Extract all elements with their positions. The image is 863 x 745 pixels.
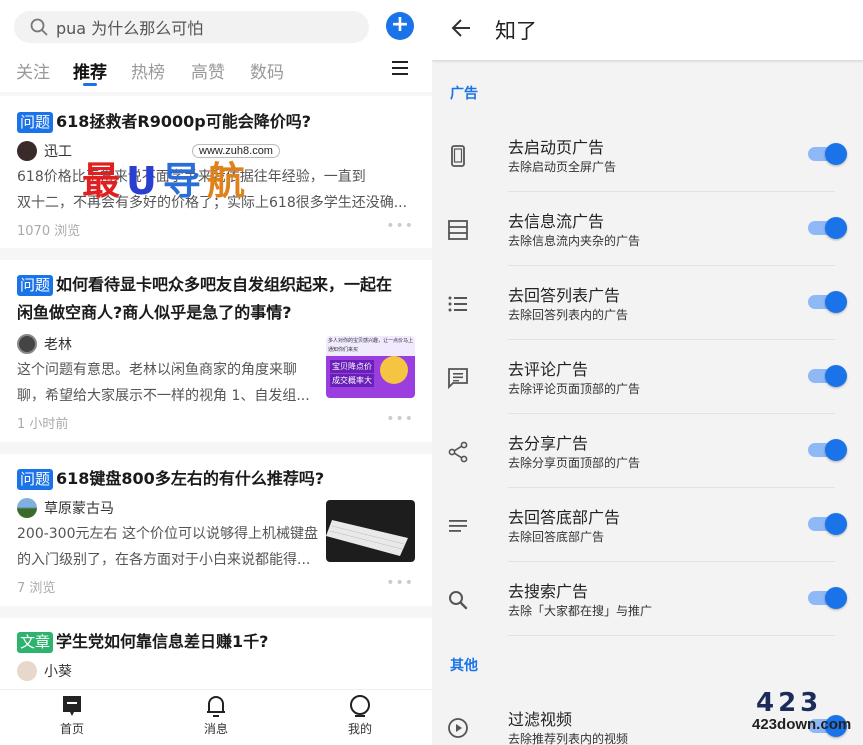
avatar bbox=[17, 661, 37, 681]
comment-icon bbox=[446, 366, 470, 390]
setting-row-search-ad[interactable]: 去搜索广告 去除「大家都在搜」与推广 bbox=[432, 562, 863, 636]
search-input[interactable]: pua 为什么那么可怕 bbox=[56, 15, 203, 39]
active-tab-indicator bbox=[83, 83, 97, 86]
nav-home[interactable]: 首页 bbox=[42, 694, 102, 737]
list-icon bbox=[446, 292, 470, 316]
card-author[interactable]: 草原蒙古马 bbox=[17, 498, 114, 518]
lines-icon bbox=[446, 514, 470, 538]
feed-card[interactable]: 问题 如何看待显卡吧众多吧友自发组织起来，一起在 闲鱼做空商人?商人似乎是急了的事… bbox=[0, 260, 432, 442]
home-icon bbox=[63, 696, 81, 716]
setting-row-answer-bottom-ad[interactable]: 去回答底部广告 去除回答底部广告 bbox=[432, 488, 863, 562]
section-header-other: 其他 bbox=[450, 658, 478, 674]
toggle-switch[interactable] bbox=[808, 143, 847, 165]
card-author[interactable]: 老林 bbox=[17, 334, 72, 354]
feed-card[interactable]: 文章 学生党如何靠信息差日赚1千? 小葵 bbox=[0, 618, 432, 690]
setting-row-comment-ad[interactable]: 去评论广告 去除评论页面顶部的广告 bbox=[432, 340, 863, 414]
more-icon[interactable]: ••• bbox=[386, 575, 414, 591]
question-badge: 问题 bbox=[17, 469, 54, 490]
toggle-switch[interactable] bbox=[808, 291, 847, 313]
share-icon bbox=[446, 440, 470, 464]
question-badge: 问题 bbox=[17, 275, 54, 296]
toggle-switch[interactable] bbox=[808, 513, 847, 535]
tab-recommend[interactable]: 推荐 bbox=[73, 58, 107, 83]
app-bar: 知了 bbox=[432, 0, 863, 60]
more-icon[interactable]: ••• bbox=[386, 218, 414, 234]
feed-tabs: 关注 推荐 热榜 高赞 数码 bbox=[0, 52, 432, 88]
card-title[interactable]: 文章 学生党如何靠信息差日赚1千? bbox=[17, 628, 417, 656]
tab-top-voted[interactable]: 高赞 bbox=[191, 58, 225, 83]
card-thumbnail[interactable]: 多人对你的宝贝感兴趣，让一点价马上 通知你们来买 宝贝降点价 成交概率大 bbox=[326, 336, 415, 398]
avatar bbox=[17, 498, 37, 518]
nav-messages[interactable]: 消息 bbox=[186, 694, 246, 737]
settings-pane: 知了 广告 去启动页广告 去除启动页全屏广告 去信息流广告 去除信息流内夹杂的广… bbox=[432, 0, 863, 745]
tab-hot[interactable]: 热榜 bbox=[131, 58, 165, 83]
section-header-ads: 广告 bbox=[450, 86, 478, 102]
toggle-switch[interactable] bbox=[808, 365, 847, 387]
toggle-switch[interactable] bbox=[808, 439, 847, 461]
tab-digital[interactable]: 数码 bbox=[250, 58, 284, 83]
card-author[interactable]: 迅工 bbox=[17, 141, 72, 161]
site-logo: 423 423down.com bbox=[752, 688, 852, 733]
search-icon bbox=[22, 11, 56, 43]
feed-card[interactable]: 问题 618拯救者R9000p可能会降价吗? 迅工 618价格比平常来说不面学手来… bbox=[0, 96, 432, 248]
card-author[interactable]: 小葵 bbox=[17, 661, 72, 681]
feed-pane: pua 为什么那么可怕 + 关注 推荐 热榜 高赞 数码 问题 618拯救者R90… bbox=[0, 0, 432, 745]
toggle-switch[interactable] bbox=[808, 587, 847, 609]
back-arrow-icon[interactable] bbox=[450, 17, 472, 43]
search-bar[interactable]: pua 为什么那么可怕 bbox=[14, 11, 369, 43]
nav-profile[interactable]: 我的 bbox=[330, 694, 390, 737]
card-title[interactable]: 问题 618拯救者R9000p可能会降价吗? bbox=[17, 108, 417, 136]
more-icon[interactable]: ••• bbox=[386, 411, 414, 427]
add-button[interactable]: + bbox=[386, 12, 414, 40]
setting-row-answer-list-ad[interactable]: 去回答列表广告 去除回答列表内的广告 bbox=[432, 266, 863, 340]
avatar bbox=[17, 334, 37, 354]
card-title[interactable]: 问题 如何看待显卡吧众多吧友自发组织起来，一起在 闲鱼做空商人?商人似乎是急了的事… bbox=[17, 271, 417, 327]
bell-icon bbox=[207, 696, 225, 717]
search-icon bbox=[446, 588, 470, 612]
setting-row-feed-ad[interactable]: 去信息流广告 去除信息流内夹杂的广告 bbox=[432, 192, 863, 266]
card-thumbnail[interactable] bbox=[326, 500, 415, 562]
bottom-nav: 首页 消息 我的 bbox=[0, 689, 432, 745]
card-meta: 1070 浏览 bbox=[17, 224, 81, 239]
card-excerpt[interactable]: 200-300元左右 这个价位可以说够得上机械键盘 的入门级别了，在各方面对于小… bbox=[17, 521, 318, 573]
question-badge: 问题 bbox=[17, 112, 54, 133]
feed-card[interactable]: 问题 618键盘800多左右的有什么推荐吗? 草原蒙古马 200-300元左右 这… bbox=[0, 454, 432, 606]
page-title: 知了 bbox=[495, 19, 537, 43]
phone-icon bbox=[446, 144, 470, 168]
avatar bbox=[17, 141, 37, 161]
card-meta: 7 浏览 bbox=[17, 581, 56, 596]
feed-icon bbox=[446, 218, 470, 242]
profile-icon bbox=[350, 695, 370, 717]
feed-header: pua 为什么那么可怕 + 关注 推荐 热榜 高赞 数码 bbox=[0, 0, 432, 92]
play-icon bbox=[446, 716, 470, 740]
article-badge: 文章 bbox=[17, 632, 54, 653]
tab-follow[interactable]: 关注 bbox=[16, 58, 50, 83]
card-title[interactable]: 问题 618键盘800多左右的有什么推荐吗? bbox=[17, 465, 417, 493]
card-excerpt[interactable]: 这个问题有意思。老林以闲鱼商家的角度来聊 聊，希望给大家展示不一样的视角 1、自… bbox=[17, 357, 310, 409]
toggle-switch[interactable] bbox=[808, 217, 847, 239]
setting-row-share-ad[interactable]: 去分享广告 去除分享页面顶部的广告 bbox=[432, 414, 863, 488]
card-meta: 1 小时前 bbox=[17, 417, 69, 432]
menu-icon[interactable] bbox=[391, 60, 409, 80]
setting-row-splash-ad[interactable]: 去启动页广告 去除启动页全屏广告 bbox=[432, 118, 863, 192]
card-excerpt[interactable]: 618价格比平常来说不面学手来我依据往年经验，一直到 双十二，不再会有多好的价格… bbox=[17, 164, 407, 216]
